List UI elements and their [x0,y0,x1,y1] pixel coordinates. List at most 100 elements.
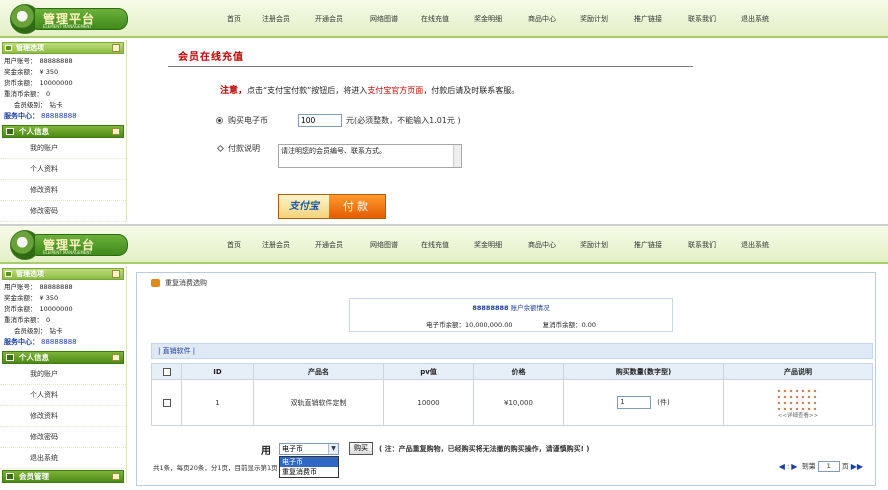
collapse-icon[interactable] [112,128,120,135]
sidebar-item-profile[interactable]: 个人资料 [0,159,126,180]
nav-bonus[interactable]: 奖金明细 [474,240,502,250]
info-currency: 货币余额： 10000000 [4,79,73,87]
textarea-scrollbar[interactable] [453,145,461,167]
shop-box: 重复消费选购 88888888 账户余额情况 电子币余额：10,000,000.… [136,272,876,486]
option-repeat[interactable]: 重复消费币 [280,467,338,477]
cell-name: 双轨直销软件定制 [253,379,384,426]
title-divider [168,66,693,67]
nav-register[interactable]: 注册会员 [262,14,290,24]
nav-promo-link[interactable]: 推广链接 [634,240,662,250]
sidebar-item-edit-profile[interactable]: 修改资料 [0,406,126,427]
collapse-icon[interactable] [112,354,120,361]
select-all-checkbox[interactable] [162,367,171,376]
alipay-pay-button[interactable]: 支付宝 付款 [278,194,386,219]
collapse-icon[interactable] [112,473,120,480]
nav-bonus[interactable]: 奖金明细 [474,14,502,24]
nav-logout[interactable]: 退出系统 [741,14,769,24]
balance-heading: 88888888 账户余额情况 [472,304,550,312]
info-service-center: 服务中心： 88888888 [4,112,77,120]
table-row: 1 双轨直销软件定制 10000 ¥10,000 1 (件) <<详细查看>> [151,379,873,426]
minus-icon [6,473,14,480]
network-diagram-icon [776,387,820,410]
nav-network[interactable]: 网络图谱 [370,240,398,250]
sidebar-section-member[interactable]: 会员管理 [2,470,124,483]
row-checkbox[interactable] [162,398,171,407]
sidebar-section-personal[interactable]: 个人信息 [2,351,124,364]
currency-select[interactable]: 电子币 ▼ [279,443,339,455]
nav-logout[interactable]: 退出系统 [741,240,769,250]
pager-summary: 共1条，每页20条，分1页，目前显示第1页 [153,464,278,472]
nav-products[interactable]: 商品中心 [528,240,556,250]
collapse-icon[interactable] [112,270,120,278]
sidebar-item-profile[interactable]: 个人资料 [0,385,126,406]
note-row: 付款说明 [216,143,260,154]
cell-id: 1 [181,379,254,426]
recharge-content: 会员在线充值 注意，点击“支付宝付款”按钮后，将进入支付宝官方页面，付款后请及时… [128,40,888,224]
nav-network[interactable]: 网络图谱 [370,14,398,24]
sidebar-header[interactable]: 管理选项 [2,42,124,54]
info-bonus: 奖金余额： ¥ 350 [4,68,59,76]
amount-row: 购买电子币 100 元(必须整数，不能输入1.01元 ) [216,114,461,128]
page-input[interactable]: 1 [817,461,840,472]
nav-register[interactable]: 注册会员 [262,240,290,250]
account-summary: 用户账号： 88888888 奖金余额： ¥ 350 货币余额： 10000000 重… [0,54,126,124]
header-bar: 管理平台 ELEMENT MANAGEMENT 首页 注册会员 开通会员 网络图… [0,0,888,38]
box-title: 重复消费选购 [151,278,207,288]
nav-recharge[interactable]: 在线充值 [421,14,449,24]
option-electronic[interactable]: 电子币 [280,457,338,467]
col-pv: pv值 [383,363,474,380]
sidebar-item-change-password[interactable]: 修改密码 [0,201,126,222]
col-qty: 购买数量(数字型) [563,363,724,380]
nav-recharge[interactable]: 在线充值 [421,240,449,250]
nav-promo-link[interactable]: 推广链接 [634,14,662,24]
product-table: ID 产品名 pv值 价格 购买数量(数字型) 产品说明 1 双轨直销软件定制 … [151,363,873,426]
nav-reward-plan[interactable]: 奖励计划 [580,240,608,250]
nav-products[interactable]: 商品中心 [528,14,556,24]
detail-link[interactable]: <<详细查看>> [768,411,828,419]
quantity-input[interactable]: 1 [617,396,652,409]
chevron-down-icon[interactable]: ▼ [328,444,338,454]
sidebar-item-change-password[interactable]: 修改密码 [0,427,126,448]
balance-electronic: 电子币余额：10,000,000.00 [425,321,513,329]
nav-activate[interactable]: 开通会员 [315,240,343,250]
pay-label: 付款 [329,195,385,218]
sidebar-item-my-account[interactable]: 我的账户 [0,364,126,385]
nav-contact[interactable]: 联系我们 [688,14,716,24]
nav-reward-plan[interactable]: 奖励计划 [580,14,608,24]
category-bar[interactable]: | 直销软件 | [151,343,873,359]
info-level: 会员级别： 钻卡 [14,101,63,109]
cart-icon [151,279,160,287]
payment-note-textarea[interactable]: 请注明您的会员编号、联系方式。 [278,144,462,168]
info-repeat-currency: 重消币余额： 0 [4,316,51,324]
balance-values: 电子币余额：10,000,000.00 复消币余额：0.00 [350,319,672,329]
balance-repeat: 复消币余额：0.00 [542,321,597,329]
go-page-icon[interactable]: ▶▶ [851,462,863,471]
account-summary: 用户账号： 88888888 奖金余额： ¥ 350 货币余额： 10000000 重… [0,280,126,350]
header-bar: 管理平台 ELEMENT MANAGEMENT 首页 注册会员 开通会员 网络图… [0,226,888,264]
nav-contact[interactable]: 联系我们 [688,240,716,250]
info-service-center: 服务中心： 88888888 [4,338,77,346]
minus-icon [6,354,14,361]
product-thumbnail[interactable]: <<详细查看>> [768,386,828,420]
info-account: 用户账号： 88888888 [4,57,73,65]
alipay-logo: 支付宝 [279,195,329,218]
sidebar-header[interactable]: 管理选项 [2,268,124,280]
main-nav: 首页 注册会员 开通会员 网络图谱 在线充值 奖金明细 商品中心 奖励计划 推广… [0,240,888,254]
buy-button[interactable]: 购买 [349,442,373,455]
recharge-panel: 管理平台 ELEMENT MANAGEMENT 首页 注册会员 开通会员 网络图… [0,0,888,224]
sidebar-item-logout[interactable]: 退出系统 [0,448,126,469]
collapse-icon[interactable] [112,44,120,52]
alipay-link[interactable]: 支付宝官方页面 [367,86,423,95]
amount-input[interactable]: 100 [298,114,342,127]
nav-activate[interactable]: 开通会员 [315,14,343,24]
info-level: 会员级别： 钻卡 [14,327,63,335]
next-page-icon[interactable]: ▶ [791,462,797,471]
minus-icon [5,45,12,51]
amount-radio[interactable] [216,117,223,124]
sidebar-section-personal[interactable]: 个人信息 [2,125,124,138]
sidebar-item-my-account[interactable]: 我的账户 [0,138,126,159]
sidebar-item-edit-profile[interactable]: 修改资料 [0,180,126,201]
nav-home[interactable]: 首页 [227,240,241,250]
nav-home[interactable]: 首页 [227,14,241,24]
prev-page-icon[interactable]: ◀ [779,462,785,471]
